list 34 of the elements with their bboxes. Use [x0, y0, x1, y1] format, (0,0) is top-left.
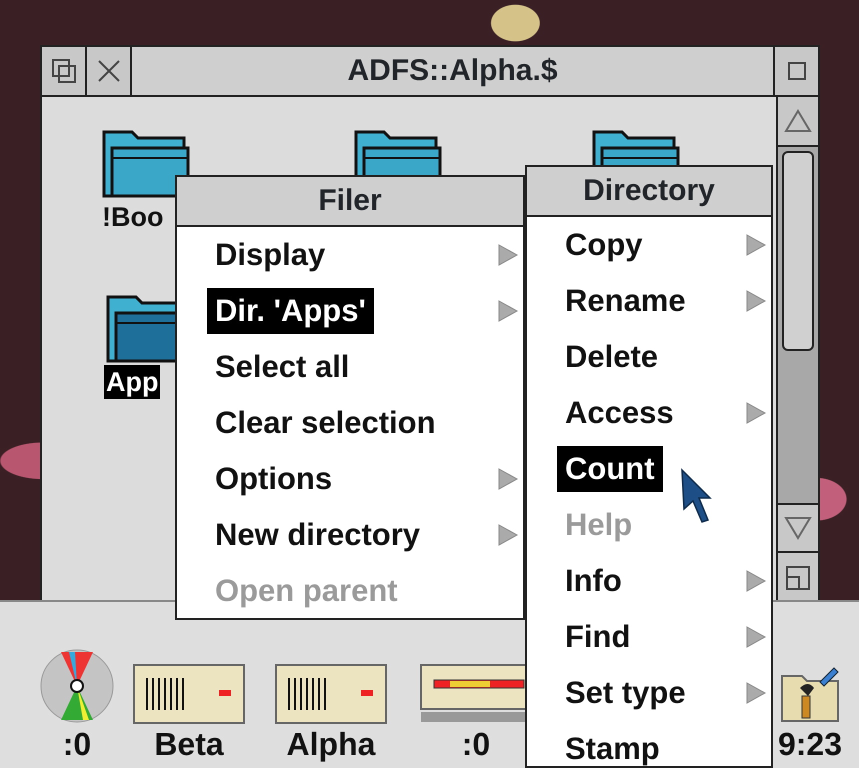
- folder-label[interactable]: App: [104, 365, 160, 399]
- folder-label[interactable]: !Boo: [100, 200, 166, 234]
- menu-item[interactable]: New directory: [207, 512, 428, 558]
- cd-icon[interactable]: [39, 648, 115, 724]
- scroll-down-icon[interactable]: [778, 503, 818, 553]
- menu-item[interactable]: Clear selection: [207, 400, 444, 446]
- close-icon[interactable]: [87, 47, 132, 95]
- menu-item[interactable]: Rename: [557, 278, 694, 324]
- icon-label: :0: [62, 725, 92, 764]
- menu-item[interactable]: Copy: [557, 222, 650, 268]
- icon-label: :0: [462, 725, 490, 764]
- menu-item[interactable]: Stamp: [557, 726, 668, 768]
- scrollbar-thumb[interactable]: [782, 151, 814, 351]
- menu-item[interactable]: Access: [557, 390, 682, 436]
- menu-item[interactable]: Delete: [557, 334, 666, 380]
- menu-item[interactable]: Select all: [207, 344, 358, 390]
- toggle-size-icon[interactable]: [773, 47, 818, 95]
- menu-item[interactable]: Options: [207, 456, 340, 502]
- pointer-icon: [680, 468, 712, 524]
- scroll-up-icon[interactable]: [778, 97, 818, 147]
- menu-title: Filer: [177, 177, 523, 227]
- icon-label: Beta: [154, 725, 224, 764]
- menu-item[interactable]: Dir. 'Apps': [207, 288, 374, 334]
- menu-item[interactable]: Find: [557, 614, 638, 660]
- menu-item[interactable]: Set type: [557, 670, 694, 716]
- menu-item[interactable]: Info: [557, 558, 630, 604]
- menu-item[interactable]: Display: [207, 232, 334, 278]
- resize-icon[interactable]: [778, 553, 818, 603]
- menu-item[interactable]: Count: [557, 446, 663, 492]
- window-title: ADFS::Alpha.$: [132, 47, 773, 95]
- icon-label: 9:23: [778, 725, 842, 764]
- back-icon[interactable]: [42, 47, 87, 95]
- menu-title: Directory: [527, 167, 771, 217]
- icon-label: Alpha: [286, 725, 376, 764]
